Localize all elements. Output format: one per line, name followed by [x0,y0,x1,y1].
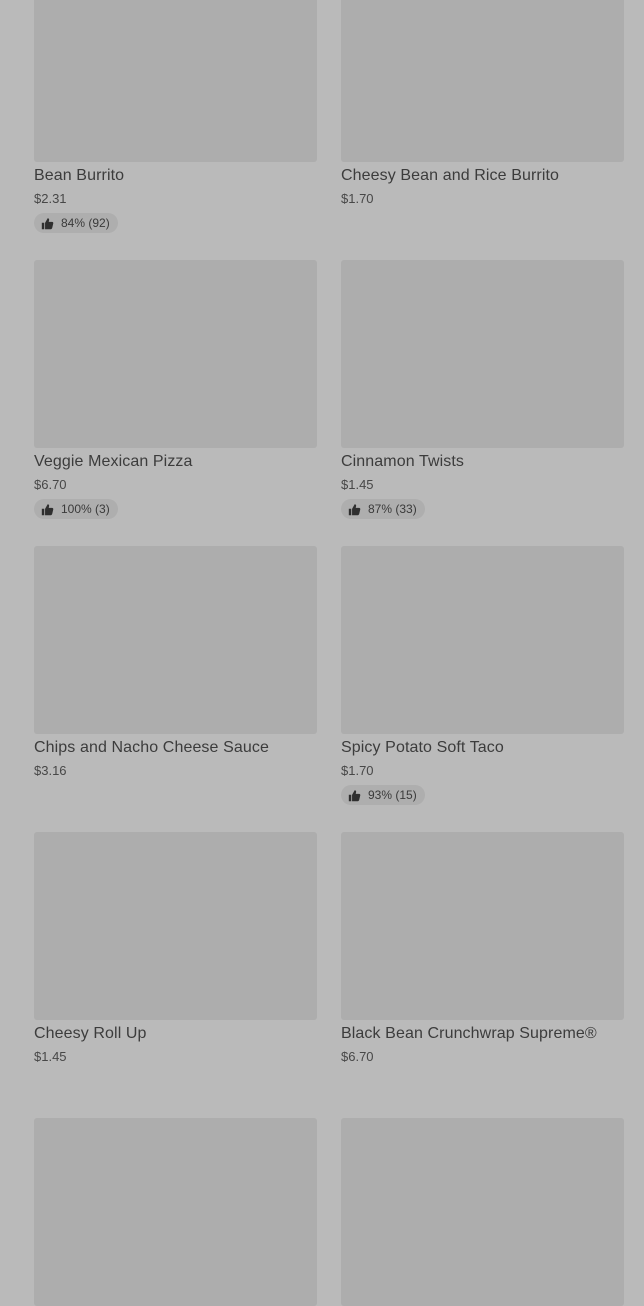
menu-item-price: $1.45 [341,477,374,492]
rating-badge: 100% (3) [34,499,118,519]
rating-badge: 84% (92) [34,213,118,233]
menu-item-image[interactable] [341,260,624,448]
thumbs-up-icon [348,789,361,802]
rating-badge: 87% (33) [341,499,425,519]
thumbs-up-icon [41,503,54,516]
menu-item-name[interactable]: Cheesy Roll Up [34,1024,147,1044]
menu-item-image[interactable] [341,1118,624,1306]
menu-item-name[interactable]: Veggie Mexican Pizza [34,452,193,472]
rating-text: 100% (3) [61,502,110,516]
menu-item-image[interactable] [34,260,317,448]
thumbs-up-icon [41,217,54,230]
menu-item-price: $1.70 [341,191,374,206]
menu-item-card[interactable]: Cinnamon Twists $1.45 87% (33) [341,260,624,546]
menu-item-card[interactable]: Cheesy Roll Up $1.45 [34,832,317,1118]
menu-item-name[interactable]: Cinnamon Twists [341,452,464,472]
menu-item-card[interactable]: Cheesy Bean and Rice Burrito $1.70 [341,0,624,260]
menu-item-card[interactable]: Black Bean Crunchwrap Supreme® $6.70 [341,832,624,1118]
rating-badge: 93% (15) [341,785,425,805]
menu-item-price: $2.31 [34,191,67,206]
menu-item-name[interactable]: Cheesy Bean and Rice Burrito [341,166,559,186]
menu-item-price: $1.45 [34,1049,67,1064]
menu-item-name[interactable]: Spicy Potato Soft Taco [341,738,504,758]
menu-item-name[interactable]: Bean Burrito [34,166,124,186]
menu-item-image[interactable] [34,0,317,162]
menu-item-grid: Bean Burrito $2.31 84% (92) Cheesy Bean … [34,0,624,1306]
rating-text: 87% (33) [368,502,417,516]
thumbs-up-icon [348,503,361,516]
menu-item-card[interactable]: Spicy Potato Soft Taco $1.70 93% (15) [341,546,624,832]
menu-item-name[interactable]: Chips and Nacho Cheese Sauce [34,738,269,758]
menu-item-card[interactable]: Chips and Nacho Cheese Sauce $3.16 [34,546,317,832]
rating-text: 93% (15) [368,788,417,802]
menu-item-image[interactable] [341,546,624,734]
menu-item-card-partial[interactable] [341,1118,624,1306]
menu-item-price: $6.70 [341,1049,374,1064]
menu-item-card[interactable]: Veggie Mexican Pizza $6.70 100% (3) [34,260,317,546]
menu-item-price: $6.70 [34,477,67,492]
menu-item-image[interactable] [34,832,317,1020]
menu-item-image[interactable] [34,546,317,734]
menu-item-image[interactable] [34,1118,317,1306]
menu-item-image[interactable] [341,0,624,162]
menu-item-price: $3.16 [34,763,67,778]
menu-item-name[interactable]: Black Bean Crunchwrap Supreme® [341,1024,597,1044]
menu-item-image[interactable] [341,832,624,1020]
menu-item-price: $1.70 [341,763,374,778]
menu-item-card[interactable]: Bean Burrito $2.31 84% (92) [34,0,317,260]
menu-item-card-partial[interactable] [34,1118,317,1306]
rating-text: 84% (92) [61,216,110,230]
